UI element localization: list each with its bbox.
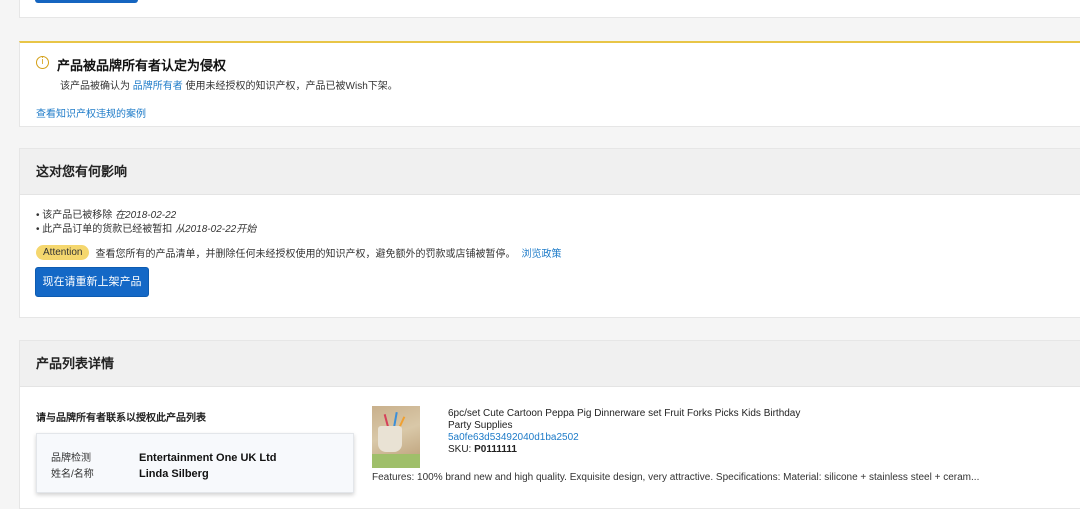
contact-owner-title: 请与品牌所有者联系以授权此产品列表 [36,413,206,424]
alert-desc-after: 使用未经授权的知识产权，产品已被Wish下架。 [182,81,398,92]
owner-name-label: 姓名/名称 [51,469,94,480]
owner-brand-row: 品牌检测 Entertainment One UK Ltd [51,449,277,464]
bullet-removed: • 该产品已被移除 在2018-02-22 [36,210,177,221]
product-info: 6pc/set Cute Cartoon Peppa Pig Dinnerwar… [448,408,800,456]
attention-badge: Attention [36,245,90,260]
thumb-cup [378,426,402,452]
alert-desc-before: 该产品被确认为 [60,81,133,92]
info-circle-icon: i [36,56,49,69]
product-id-link[interactable]: 5a0fe63d53492040d1ba2502 [448,432,800,444]
infringement-alert-card: i 产品被品牌所有者认定为侵权 该产品被确认为 品牌所有者 使用未经授权的知识产… [19,41,1080,127]
owner-brand-label: 品牌检测 [51,453,91,464]
brand-owner-box: 品牌检测 Entertainment One UK Ltd 姓名/名称 Linda … [36,433,354,493]
attention-text: 查看您所有的产品清单，并删除任何未经授权使用的知识产权，避免额外的罚款或店铺被暂… [95,249,516,260]
attention-row: Attention 查看您所有的产品清单，并删除任何未经授权使用的知识产权，避免… [36,245,561,260]
bullet-removed-text: 该产品已被移除 [42,210,116,221]
impact-bullets: • 该产品已被移除 在2018-02-22 • 此产品订单的货款已经被暂扣 从2… [36,209,256,237]
policy-link[interactable]: 浏览政策 [521,245,561,260]
ip-violation-examples-link[interactable]: 查看知识产权违规的案例 [36,105,146,120]
sku-label: SKU: [448,444,475,455]
impact-header: 这对您有何影响 [20,149,1080,195]
owner-brand-value: Entertainment One UK Ltd [139,452,277,464]
bullet-withheld-text: 此产品订单的货款已经被暂扣 [42,224,176,235]
bullet-withheld: • 此产品订单的货款已经被暂扣 从2018-02-22开始 [36,224,257,235]
bullet-withheld-date: 从2018-02-22开始 [175,224,257,235]
relist-product-button[interactable]: 现在请重新上架产品 [35,267,149,297]
listing-details-card: 产品列表详情 请与品牌所有者联系以授权此产品列表 品牌检测 Entertainme… [19,340,1080,509]
bullet-removed-date: 在2018-02-22 [115,210,177,221]
alert-title-row: i 产品被品牌所有者认定为侵权 [36,55,226,74]
product-title-line1: 6pc/set Cute Cartoon Peppa Pig Dinnerwar… [448,408,801,419]
alert-description: 该产品被确认为 品牌所有者 使用未经授权的知识产权，产品已被Wish下架。 [60,77,398,92]
product-thumbnail[interactable] [372,406,420,468]
product-features: Features: 100% brand new and high qualit… [372,472,980,483]
top-card [19,0,1080,18]
top-button-partial[interactable] [35,0,138,3]
product-sku: SKU: P0111111 [448,444,800,456]
alert-title: 产品被品牌所有者认定为侵权 [57,58,227,73]
brand-owner-link[interactable]: 品牌所有者 [133,81,183,92]
owner-name-row: 姓名/名称 Linda Silberg [51,465,209,480]
owner-name-value: Linda Silberg [139,468,209,480]
impact-card: 这对您有何影响 • 该产品已被移除 在2018-02-22 • 此产品订单的货款… [19,148,1080,318]
details-header: 产品列表详情 [20,341,1080,387]
thumb-plate [372,454,420,468]
sku-value: P0111111 [474,444,517,455]
product-title-line2: Party Supplies [448,420,513,431]
